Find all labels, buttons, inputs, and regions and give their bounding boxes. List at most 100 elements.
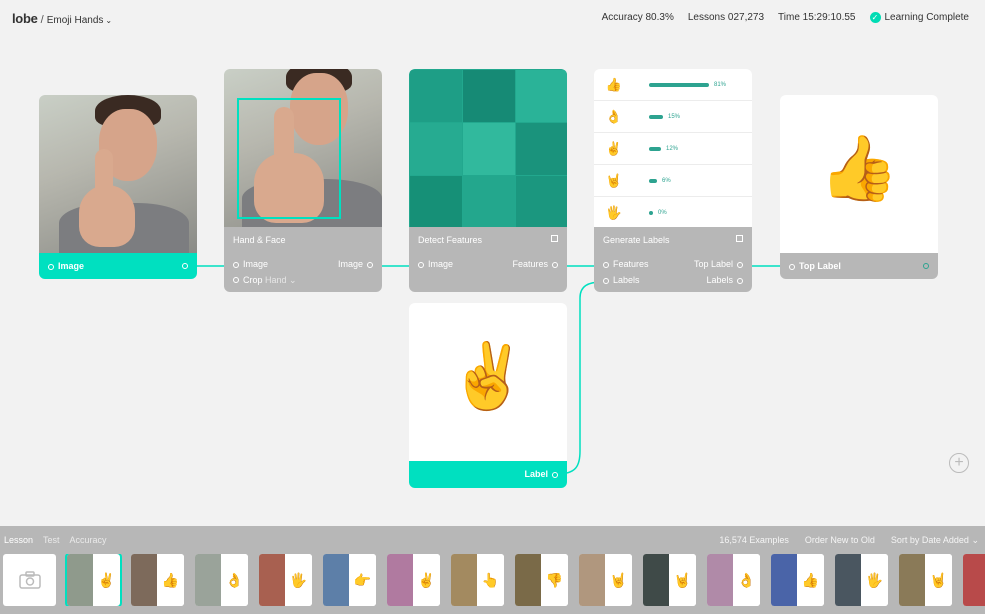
hand-face-footer: Hand & Face Image Image Crop Hand ⌄ bbox=[224, 227, 382, 292]
input-port[interactable] bbox=[418, 261, 424, 268]
prediction-emoji: 🖐 bbox=[605, 205, 623, 220]
input-port[interactable] bbox=[603, 277, 609, 284]
camera-button[interactable] bbox=[3, 554, 56, 606]
training-stats: Accuracy 80.3% Lessons 027,273 Time 15:2… bbox=[602, 12, 969, 23]
confidence-pct: 81% bbox=[714, 81, 727, 88]
image-port-label: Image bbox=[58, 261, 85, 271]
generate-footer: Generate Labels Features Top Label Label… bbox=[594, 227, 752, 292]
prediction-row: 👌 15% bbox=[594, 101, 752, 133]
confidence-bar bbox=[649, 178, 657, 183]
output-port[interactable] bbox=[367, 261, 373, 268]
prediction-emoji: 👌 bbox=[605, 108, 623, 124]
detect-features-node[interactable]: Detect Features Image Features bbox=[409, 69, 567, 292]
expand-icon[interactable] bbox=[736, 235, 743, 242]
input-label: Image bbox=[428, 259, 454, 269]
project-name[interactable]: Emoji Hands bbox=[47, 15, 104, 26]
example-thumbnail[interactable]: 🤘 bbox=[963, 554, 985, 606]
prediction-row: 👍 81% bbox=[594, 69, 752, 101]
prediction-list: 👍 81% 👌 15% ✌️ 12% 🤘 6% 🖐 0% bbox=[594, 69, 752, 227]
example-thumbnail[interactable]: 👌 bbox=[195, 554, 248, 606]
prediction-emoji: 🤘 bbox=[605, 172, 623, 188]
image-input-node[interactable]: Image bbox=[39, 95, 197, 279]
example-strip[interactable]: ✌️ 👍 👌 🖐 👉 ✌️ 👆 👎 🤘 🤘 👌 👍 🖐 🤘 🤘 bbox=[3, 554, 985, 606]
generate-labels-node[interactable]: 👍 81% 👌 15% ✌️ 12% 🤘 6% 🖐 0% Generate La… bbox=[594, 69, 752, 292]
prediction-row: 🤘 6% bbox=[594, 165, 752, 197]
expand-icon[interactable] bbox=[551, 235, 558, 242]
add-node-icon[interactable]: + bbox=[949, 453, 969, 473]
top-label-output: 👍 bbox=[780, 95, 938, 253]
label-emoji: ✌️ bbox=[448, 340, 528, 412]
label-port-label: Label bbox=[524, 469, 548, 479]
time-stat: Time 15:29:10.55 bbox=[778, 12, 856, 23]
output-port[interactable] bbox=[923, 263, 929, 269]
output-port-dot[interactable] bbox=[182, 263, 188, 269]
image-node-footer: Image bbox=[39, 253, 197, 279]
example-thumbnail[interactable]: 👍 bbox=[771, 554, 824, 606]
output-label: Image bbox=[337, 259, 363, 269]
example-thumbnail[interactable]: 🤘 bbox=[643, 554, 696, 606]
crop-port[interactable] bbox=[233, 277, 239, 284]
tab-test[interactable]: Test bbox=[43, 535, 60, 545]
top-bar: lobe / Emoji Hands ⌄ Accuracy 80.3% Lesso… bbox=[0, 0, 985, 36]
confidence-pct: 12% bbox=[666, 145, 679, 152]
example-thumbnail[interactable]: 👍 bbox=[131, 554, 184, 606]
accuracy-stat: Accuracy 80.3% bbox=[601, 12, 674, 23]
crop-box[interactable] bbox=[237, 98, 341, 219]
top-label-emoji: 👍 bbox=[819, 132, 899, 204]
feature-grid bbox=[409, 69, 567, 228]
top-label-node[interactable]: 👍 Top Label bbox=[780, 95, 938, 279]
example-thumbnail[interactable]: 👆 bbox=[451, 554, 504, 606]
input-port[interactable] bbox=[233, 261, 239, 268]
output-port[interactable] bbox=[737, 277, 743, 284]
panel-tabs: Lesson Test Accuracy bbox=[4, 535, 107, 545]
example-thumbnail[interactable]: 👉 bbox=[323, 554, 376, 606]
tab-accuracy[interactable]: Accuracy bbox=[70, 535, 107, 545]
confidence-bar bbox=[649, 114, 663, 119]
example-count: 16,574 Examples bbox=[719, 535, 789, 545]
breadcrumb: lobe / Emoji Hands ⌄ bbox=[12, 11, 112, 26]
example-thumbnail[interactable]: ✌️ bbox=[387, 554, 440, 606]
input-label: Labels bbox=[613, 275, 640, 285]
tab-lesson[interactable]: Lesson bbox=[4, 535, 33, 545]
example-thumbnail[interactable]: 🖐 bbox=[259, 554, 312, 606]
input-label: Image bbox=[243, 259, 269, 269]
sort-dropdown[interactable]: Sort by Date Added ⌄ bbox=[891, 535, 979, 546]
detect-footer: Detect Features Image Features bbox=[409, 227, 567, 292]
output-label: Labels bbox=[706, 275, 733, 285]
example-thumbnail[interactable]: 👌 bbox=[707, 554, 760, 606]
output-label: Top Label bbox=[693, 259, 733, 269]
example-thumbnail[interactable]: ✌️ bbox=[65, 554, 122, 606]
prediction-row: 🖐 0% bbox=[594, 197, 752, 229]
hand-face-node[interactable]: Hand & Face Image Image Crop Hand ⌄ bbox=[224, 69, 382, 292]
order-toggle[interactable]: Order New to Old bbox=[805, 535, 875, 546]
breadcrumb-separator: / bbox=[40, 14, 44, 26]
example-thumbnail[interactable]: 👎 bbox=[515, 554, 568, 606]
crop-dropdown[interactable]: Hand ⌄ bbox=[265, 275, 297, 285]
chevron-down-icon[interactable]: ⌄ bbox=[105, 16, 112, 25]
prediction-row: ✌️ 12% bbox=[594, 133, 752, 165]
lessons-stat: Lessons 027,273 bbox=[687, 12, 765, 23]
label-node[interactable]: ✌️ Label bbox=[409, 303, 567, 488]
label-footer: Label bbox=[409, 461, 567, 488]
output-port[interactable] bbox=[48, 263, 54, 270]
panel-meta: 16,574 Examples Order New to Old Sort by… bbox=[719, 535, 979, 546]
output-port[interactable] bbox=[552, 261, 558, 268]
example-thumbnail[interactable]: 🤘 bbox=[579, 554, 632, 606]
output-port[interactable] bbox=[552, 471, 558, 478]
camera-icon bbox=[18, 571, 41, 589]
confidence-pct: 0% bbox=[658, 210, 667, 216]
confidence-bar bbox=[649, 146, 661, 151]
output-port[interactable] bbox=[737, 261, 743, 268]
input-port[interactable] bbox=[789, 263, 795, 270]
app-logo[interactable]: lobe bbox=[12, 11, 38, 26]
model-canvas[interactable]: Image Hand & Face Image Image Crop Hand … bbox=[0, 36, 985, 526]
input-label: Features bbox=[613, 259, 649, 269]
example-thumbnail[interactable]: 🖐 bbox=[835, 554, 888, 606]
status-badge: ✓ Learning Complete bbox=[869, 12, 969, 23]
input-port[interactable] bbox=[603, 261, 609, 268]
example-thumbnail[interactable]: 🤘 bbox=[899, 554, 952, 606]
label-output: ✌️ bbox=[409, 303, 567, 461]
node-title: Generate Labels bbox=[603, 235, 670, 245]
confidence-bar bbox=[649, 211, 653, 215]
node-title: Hand & Face bbox=[233, 235, 286, 245]
